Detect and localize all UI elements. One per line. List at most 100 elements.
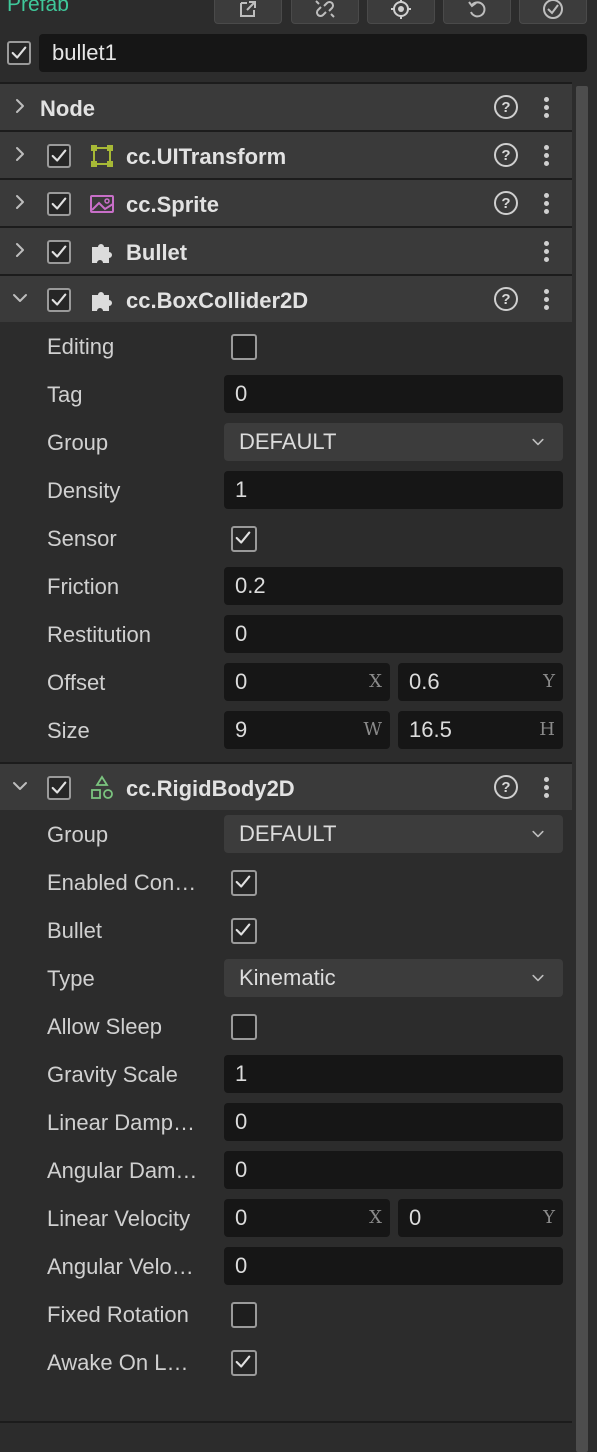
prop-group: Group DEFAULT (0, 418, 572, 466)
field-value: 16.5 (409, 717, 452, 742)
check-circle-icon (543, 0, 563, 19)
size-h-input[interactable]: 16.5 H (398, 711, 563, 749)
chevron-right-icon[interactable] (10, 144, 30, 164)
component-header-boxcollider2d[interactable]: cc.BoxCollider2D ? (0, 274, 572, 322)
prop-allow-sleep: Allow Sleep (0, 1002, 572, 1050)
check-icon (234, 921, 252, 939)
type-select[interactable]: Kinematic (224, 959, 563, 997)
prop-friction: Friction 0.2 (0, 562, 572, 610)
enabled-contact-checkbox[interactable] (231, 870, 257, 896)
awake-on-load-checkbox[interactable] (231, 1350, 257, 1376)
field-value: 0 (235, 1205, 248, 1230)
prop-awake-on-load: Awake On L… (0, 1338, 572, 1386)
offset-y-input[interactable]: 0.6 Y (398, 663, 563, 701)
open-prefab-button[interactable] (214, 0, 282, 24)
linear-velocity-x-input[interactable]: 0X (224, 1199, 390, 1237)
angular-velocity-input[interactable]: 0 (224, 1247, 563, 1285)
select-value: DEFAULT (239, 429, 337, 454)
node-active-checkbox[interactable] (7, 41, 31, 65)
restitution-input[interactable]: 0 (224, 615, 563, 653)
component-title: cc.UITransform (126, 144, 287, 169)
field-value: 9 (235, 717, 248, 742)
prop-label: Linear Velocity (47, 1206, 191, 1231)
more-options-icon[interactable] (538, 286, 554, 314)
prop-label: Size (47, 718, 90, 743)
help-icon[interactable]: ? (494, 775, 518, 799)
prop-label: Tag (47, 382, 83, 407)
node-name-input[interactable]: bullet1 (39, 34, 587, 72)
prop-linear-velocity: Linear Velocity 0X 0Y (0, 1194, 572, 1242)
scrollbar-thumb[interactable] (576, 86, 588, 1452)
chevron-down-icon[interactable] (10, 776, 30, 796)
select-value: DEFAULT (239, 821, 337, 846)
help-icon[interactable]: ? (494, 95, 518, 119)
chevron-right-icon[interactable] (10, 192, 30, 212)
size-w-input[interactable]: 9W (224, 711, 390, 749)
gravity-scale-input[interactable]: 1 (224, 1055, 563, 1093)
unit-label: H (539, 719, 555, 740)
component-header-uitransform[interactable]: cc.UITransform ? (0, 130, 572, 178)
more-options-icon[interactable] (538, 774, 554, 802)
prop-bullet: Bullet (0, 906, 572, 954)
locate-prefab-button[interactable] (367, 0, 435, 24)
prop-label: Friction (47, 574, 120, 599)
component-enabled-checkbox[interactable] (47, 776, 71, 800)
more-options-icon[interactable] (538, 190, 554, 218)
help-icon[interactable]: ? (494, 287, 518, 311)
help-icon[interactable]: ? (494, 191, 518, 215)
chevron-down-icon (529, 434, 547, 450)
more-options-icon[interactable] (538, 94, 554, 122)
prefab-label: Prefab (7, 0, 69, 16)
fixed-rotation-checkbox[interactable] (231, 1302, 257, 1328)
chevron-right-icon[interactable] (10, 240, 30, 260)
chevron-right-icon[interactable] (10, 96, 30, 116)
sensor-checkbox[interactable] (231, 526, 257, 552)
more-options-icon[interactable] (538, 142, 554, 170)
component-header-node[interactable]: Node ? (0, 82, 572, 130)
group-select[interactable]: DEFAULT (224, 815, 563, 853)
bullet-checkbox[interactable] (231, 918, 257, 944)
prop-group: Group DEFAULT (0, 810, 572, 858)
prop-label: Type (47, 966, 95, 991)
prop-gravity-scale: Gravity Scale 1 (0, 1050, 572, 1098)
unit-label: Y (543, 671, 555, 692)
component-header-sprite[interactable]: cc.Sprite ? (0, 178, 572, 226)
check-icon (234, 1353, 252, 1371)
linear-velocity-y-input[interactable]: 0Y (398, 1199, 563, 1237)
component-enabled-checkbox[interactable] (47, 240, 71, 264)
component-enabled-checkbox[interactable] (47, 144, 71, 168)
check-icon (234, 873, 252, 891)
linear-damping-input[interactable]: 0 (224, 1103, 563, 1141)
density-input[interactable]: 1 (224, 471, 563, 509)
editing-checkbox[interactable] (231, 334, 257, 360)
friction-input[interactable]: 0.2 (224, 567, 563, 605)
prop-label: Group (47, 822, 109, 847)
prop-restitution: Restitution 0 (0, 610, 572, 658)
prop-label: Awake On L… (47, 1350, 189, 1375)
component-header-bullet[interactable]: Bullet (0, 226, 572, 274)
component-title: Node (40, 96, 95, 121)
allow-sleep-checkbox[interactable] (231, 1014, 257, 1040)
help-icon[interactable]: ? (494, 143, 518, 167)
offset-x-input[interactable]: 0X (224, 663, 390, 701)
prop-offset: Offset 0X 0.6 Y (0, 658, 572, 706)
angular-damping-input[interactable]: 0 (224, 1151, 563, 1189)
component-enabled-checkbox[interactable] (47, 288, 71, 312)
unit-label: X (369, 1207, 382, 1228)
prop-sensor: Sensor (0, 514, 572, 562)
prop-label: Enabled Con… (47, 870, 197, 895)
apply-prefab-button[interactable] (519, 0, 587, 24)
field-value: 0 (235, 669, 248, 694)
revert-prefab-button[interactable] (443, 0, 511, 24)
chevron-down-icon[interactable] (10, 288, 30, 308)
prop-label: Allow Sleep (47, 1014, 162, 1039)
component-header-rigidbody2d[interactable]: cc.RigidBody2D ? (0, 762, 572, 810)
prop-label: Angular Velo… (47, 1254, 194, 1279)
field-value: 0 (409, 1205, 422, 1230)
tag-input[interactable]: 0 (224, 375, 563, 413)
unlink-prefab-button[interactable] (291, 0, 359, 24)
component-title: cc.Sprite (126, 192, 219, 217)
group-select[interactable]: DEFAULT (224, 423, 563, 461)
component-enabled-checkbox[interactable] (47, 192, 71, 216)
more-options-icon[interactable] (538, 238, 554, 266)
